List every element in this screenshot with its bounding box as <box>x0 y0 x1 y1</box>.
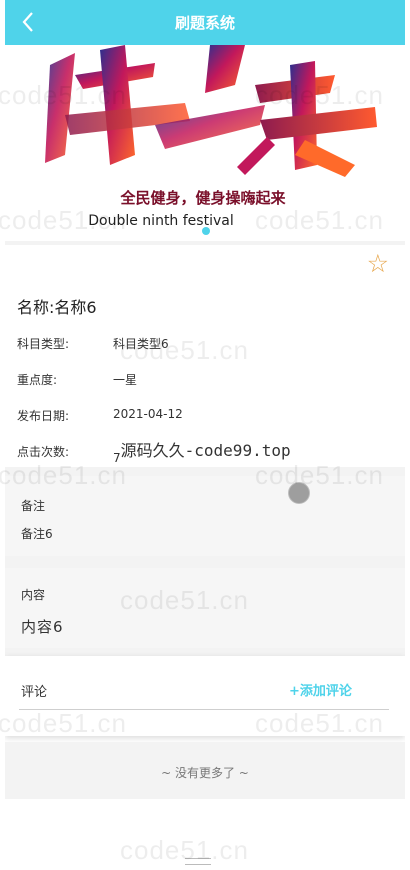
overlay-text: 源码久久-code99.top <box>120 441 291 460</box>
name-label: 名称: <box>17 298 55 317</box>
notes-value: 备注6 <box>21 527 53 541</box>
divider <box>5 556 405 568</box>
detail-card: ☆ 名称:名称6 科目类型: 科目类型6 重点度: 一星 发布日期: 2021-… <box>5 245 405 467</box>
banner-image: 全民健身，健身操嗨起来 Double ninth festival <box>45 45 377 229</box>
row-value: 一星 <box>113 373 138 387</box>
row-label: 点击次数: <box>17 445 70 459</box>
content-value: 内容6 <box>21 618 64 636</box>
row-publish-date: 发布日期: 2021-04-12 <box>17 407 183 424</box>
row-value: 7源码久久-code99.top <box>113 441 291 467</box>
row-importance: 重点度: 一星 <box>17 371 137 388</box>
back-button[interactable] <box>13 6 43 38</box>
floating-button[interactable] <box>288 482 310 504</box>
row-label: 科目类型: <box>17 337 70 351</box>
item-name: 名称:名称6 <box>17 294 97 318</box>
content-section: 内容 内容6 <box>5 568 405 648</box>
divider <box>5 467 405 476</box>
favorite-button[interactable]: ☆ <box>367 251 389 276</box>
banner-carousel[interactable]: 全民健身，健身操嗨起来 Double ninth festival <box>5 45 405 241</box>
page-title: 刷题系统 <box>174 14 235 32</box>
row-subject-type: 科目类型: 科目类型6 <box>17 335 169 352</box>
notes-section: 备注 备注6 <box>5 476 405 556</box>
content-label: 内容 <box>21 588 46 602</box>
comment-section: 评论 +添加评论 <box>5 656 405 736</box>
no-more-text: ~ 没有更多了 ~ <box>161 766 249 780</box>
comment-divider <box>19 709 389 710</box>
row-value: 2021-04-12 <box>113 407 183 421</box>
star-outline-icon[interactable]: ☆ <box>367 249 389 278</box>
row-label: 发布日期: <box>17 409 70 423</box>
banner-subtitle: Double ninth festival <box>88 213 233 229</box>
row-value: 科目类型6 <box>113 337 169 351</box>
click-count: 7 <box>113 451 121 465</box>
row-click-count: 点击次数: 7源码久久-code99.top <box>17 441 291 465</box>
banner-slogan: 全民健身，健身操嗨起来 <box>119 189 286 207</box>
carousel-indicator[interactable] <box>202 227 210 235</box>
add-comment-button[interactable]: +添加评论 <box>289 680 352 699</box>
chevron-left-icon <box>22 12 33 32</box>
app-header: 刷题系统 <box>5 0 405 45</box>
app-frame: 刷题系统 全民健身，健身操嗨起来 Double ninth festival ☆… <box>5 0 405 870</box>
divider <box>5 648 405 656</box>
comment-label: 评论 <box>21 685 48 700</box>
name-value: 名称6 <box>54 298 97 317</box>
home-indicator[interactable] <box>185 858 211 865</box>
notes-label: 备注 <box>21 499 46 513</box>
no-more-footer: ~ 没有更多了 ~ <box>5 742 405 799</box>
row-label: 重点度: <box>17 373 58 387</box>
